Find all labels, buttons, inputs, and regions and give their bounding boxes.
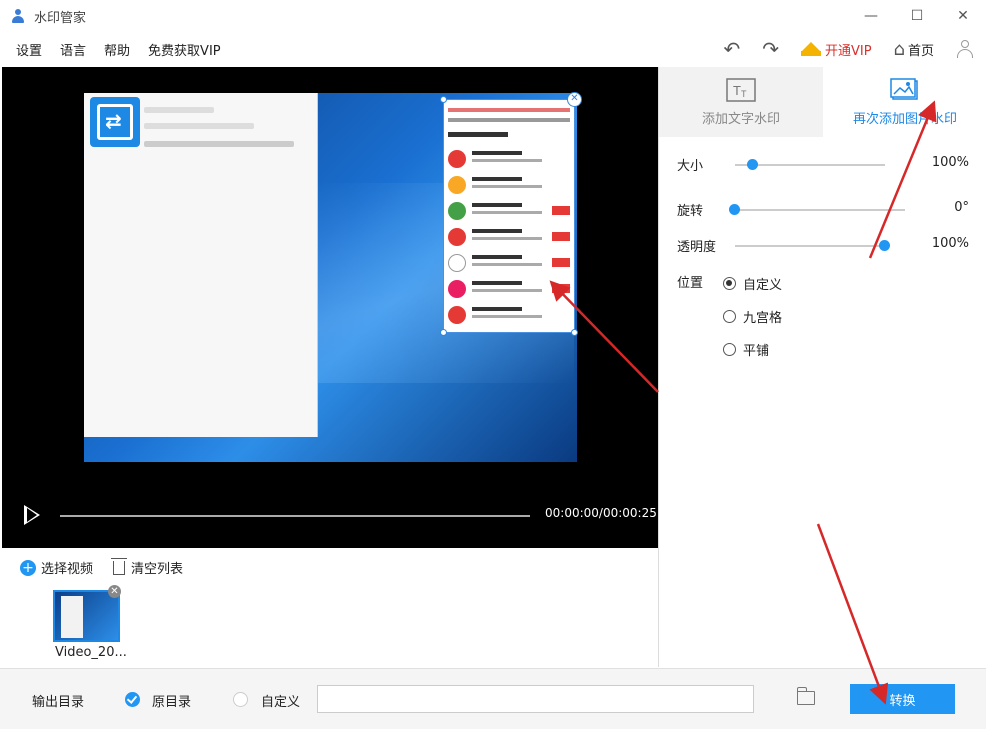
image-watermark-icon: [890, 77, 918, 100]
output-bar: 输出目录 原目录 自定义 转换: [0, 668, 986, 729]
image-watermark[interactable]: ✕: [440, 92, 582, 336]
title-bar: 水印管家 — ☐ ✕: [0, 0, 986, 32]
text-watermark-icon: T T: [726, 77, 756, 102]
opacity-slider-knob[interactable]: [879, 240, 890, 251]
opacity-label: 透明度: [677, 240, 717, 255]
watermark-close-icon[interactable]: ✕: [567, 92, 582, 107]
home-label: 首页: [907, 43, 934, 59]
trash-icon[interactable]: [111, 557, 128, 575]
convert-button[interactable]: 转换: [850, 684, 955, 714]
minimize-button[interactable]: —: [848, 0, 894, 32]
position-option-custom[interactable]: 自定义: [723, 274, 782, 293]
position-label: 位置: [677, 276, 704, 291]
custom-dir-label: 自定义: [261, 695, 301, 710]
remove-video-icon[interactable]: ✕: [108, 585, 121, 598]
size-value: 100%: [931, 155, 969, 170]
home-icon: ⌂: [893, 38, 905, 60]
output-path-input[interactable]: [317, 685, 754, 713]
output-dir-label: 输出目录: [32, 695, 85, 710]
original-dir-label: 原目录: [152, 695, 192, 710]
video-thumbnail[interactable]: [53, 590, 120, 642]
video-preview: ✕: [2, 67, 658, 548]
svg-text:T: T: [741, 89, 747, 99]
settings-panel: T T 添加文字水印 再次添加图片水印 大小 100% 旋转 0° 透明度 10…: [658, 67, 986, 667]
home-button[interactable]: ⌂ 首页: [894, 39, 934, 60]
original-dir-radio[interactable]: [125, 692, 140, 707]
opacity-setting: 透明度 100%: [677, 236, 977, 256]
user-button[interactable]: [956, 40, 974, 58]
video-name: Video_20...: [55, 645, 127, 660]
undo-icon[interactable]: ↶: [723, 37, 740, 61]
size-slider-knob[interactable]: [747, 159, 758, 170]
close-button[interactable]: ✕: [940, 0, 986, 32]
tab-text-watermark[interactable]: T T 添加文字水印: [659, 67, 823, 137]
rotate-setting: 旋转 0°: [677, 200, 977, 220]
user-icon: [956, 40, 974, 58]
crown-icon: [800, 42, 821, 56]
select-video-button[interactable]: 选择视频: [41, 558, 93, 577]
opacity-value: 100%: [931, 236, 969, 251]
resize-handle[interactable]: [571, 329, 578, 336]
watermark-tabs: T T 添加文字水印 再次添加图片水印: [659, 67, 986, 137]
tab-label: 添加文字水印: [701, 111, 780, 127]
radio-icon: [723, 343, 736, 356]
resize-handle[interactable]: [440, 96, 447, 103]
radio-icon: [723, 310, 736, 323]
position-option-tile[interactable]: 平铺: [723, 340, 769, 359]
play-icon[interactable]: [24, 505, 40, 525]
app-user-icon: [10, 8, 26, 24]
redo-icon[interactable]: ↷: [762, 37, 779, 61]
tab-image-watermark[interactable]: 再次添加图片水印: [823, 67, 986, 137]
time-readout: 00:00:00/00:00:25: [545, 506, 657, 520]
resize-handle[interactable]: [440, 329, 447, 336]
size-setting: 大小 100%: [677, 155, 977, 175]
tab-label: 再次添加图片水印: [852, 111, 957, 127]
add-icon[interactable]: +: [20, 559, 36, 576]
window-controls: — ☐ ✕: [848, 0, 986, 32]
progress-slider[interactable]: [60, 515, 530, 517]
menu-bar: 设置 语言 帮助 免费获取VIP ↶ ↷ 开通VIP ⌂ 首页: [0, 32, 986, 66]
folder-icon[interactable]: [797, 687, 815, 705]
rotate-slider[interactable]: [735, 209, 905, 211]
menu-help[interactable]: 帮助: [104, 40, 130, 59]
clear-list-button[interactable]: 清空列表: [131, 558, 183, 577]
menu-settings[interactable]: 设置: [16, 40, 42, 59]
position-option-grid[interactable]: 九宫格: [723, 307, 782, 326]
menu-language[interactable]: 语言: [60, 40, 86, 59]
menu-free-vip[interactable]: 免费获取VIP: [148, 40, 221, 59]
toolbar-right: ↶ ↷ 开通VIP ⌂ 首页: [701, 32, 974, 66]
maximize-button[interactable]: ☐: [894, 0, 940, 32]
opacity-slider[interactable]: [735, 245, 885, 247]
window-title: 水印管家: [34, 10, 87, 26]
size-label: 大小: [677, 159, 704, 174]
custom-dir-radio[interactable]: [233, 692, 248, 707]
playback-bar: 00:00:00/00:00:25: [2, 486, 658, 548]
rotate-slider-knob[interactable]: [729, 204, 740, 215]
rotate-value: 0°: [954, 200, 969, 215]
app-logo-icon: [90, 97, 140, 147]
video-list: + 选择视频 清空列表 ✕ Video_20...: [0, 548, 658, 668]
rotate-label: 旋转: [677, 204, 704, 219]
vip-label: 开通VIP: [824, 43, 872, 59]
radio-icon: [723, 277, 736, 290]
svg-text:T: T: [733, 83, 741, 98]
vip-button[interactable]: 开通VIP: [800, 40, 872, 59]
